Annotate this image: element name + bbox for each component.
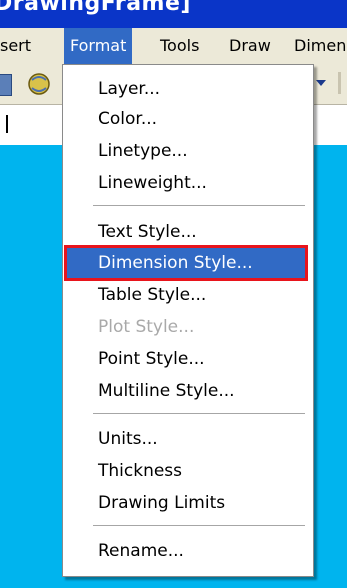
- menu-item-layer[interactable]: Layer...: [98, 75, 160, 103]
- menu-draw[interactable]: Draw: [229, 28, 271, 64]
- menu-tools[interactable]: Tools: [160, 28, 199, 64]
- menu-item-rename[interactable]: Rename...: [98, 537, 184, 565]
- menu-item-text-style[interactable]: Text Style...: [98, 218, 197, 246]
- toolbar-globe-icon[interactable]: [24, 70, 54, 98]
- menu-separator: [93, 205, 305, 207]
- title-bar: DrawingFrame]: [0, 0, 347, 28]
- format-menu-dropdown: Layer... Color... Linetype... Lineweight…: [62, 64, 314, 577]
- text-caret: [6, 115, 8, 133]
- menu-format[interactable]: Format: [64, 28, 133, 64]
- menu-item-dimension-style-label: Dimension Style...: [98, 253, 253, 273]
- menu-item-linetype[interactable]: Linetype...: [98, 137, 188, 165]
- chevron-down-icon[interactable]: [316, 80, 326, 86]
- menu-item-drawing-limits[interactable]: Drawing Limits: [98, 489, 225, 517]
- menu-item-plot-style: Plot Style...: [98, 317, 195, 337]
- menu-separator: [93, 525, 305, 527]
- menu-item-dimension-style[interactable]: Dimension Style...: [64, 245, 308, 281]
- menu-item-units[interactable]: Units...: [98, 425, 158, 453]
- toolbar-icon[interactable]: [0, 74, 12, 96]
- menu-item-color[interactable]: Color...: [98, 105, 157, 133]
- menu-item-thickness[interactable]: Thickness: [98, 457, 182, 485]
- menu-separator: [93, 413, 305, 415]
- menu-item-lineweight[interactable]: Lineweight...: [98, 169, 207, 197]
- menu-item-table-style[interactable]: Table Style...: [98, 281, 206, 309]
- toolbar-divider: [338, 72, 341, 94]
- menu-bar: sert Format Tools Draw Dimen: [0, 28, 347, 65]
- window-title: DrawingFrame]: [0, 0, 191, 16]
- menu-insert[interactable]: sert: [0, 28, 31, 64]
- menu-dimension[interactable]: Dimen: [294, 28, 346, 64]
- menu-item-point-style[interactable]: Point Style...: [98, 345, 205, 373]
- menu-item-multiline-style[interactable]: Multiline Style...: [98, 377, 235, 405]
